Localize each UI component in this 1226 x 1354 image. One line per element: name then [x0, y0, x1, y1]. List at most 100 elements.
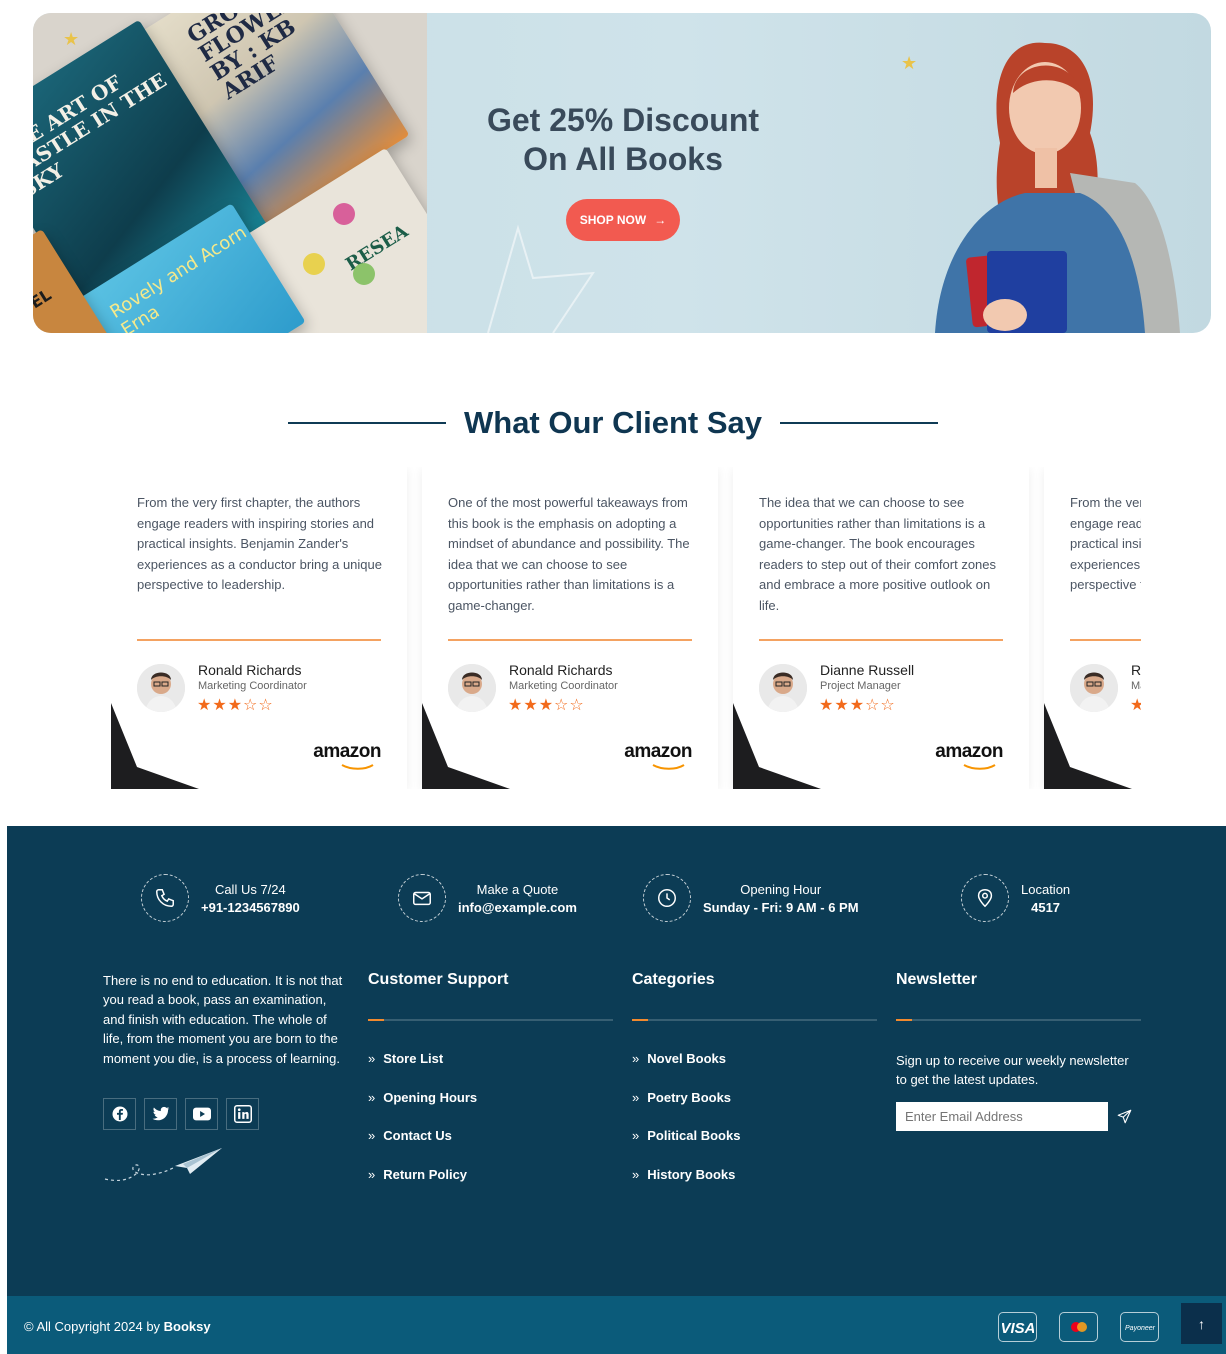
customer-support-column: Customer Support » Store List » Opening Ho…	[368, 971, 613, 1205]
back-to-top-button[interactable]: ↑	[1181, 1303, 1222, 1344]
column-title: Newsletter	[896, 971, 977, 988]
paper-plane-decoration	[104, 1148, 222, 1182]
contact-value: +91-1234567890	[201, 899, 300, 915]
student-woman-image	[935, 42, 1180, 333]
card-divider	[1070, 639, 1141, 641]
support-link-list: » Store List » Opening Hours » Contact Us »…	[368, 1051, 613, 1205]
testimonials-heading: What Our Client Say	[0, 403, 1226, 443]
footer-link[interactable]: » Opening Hours	[368, 1090, 613, 1129]
star-filled-icon: ★	[227, 697, 244, 714]
newsletter-column: Newsletter Sign up to receive our weekly…	[896, 971, 1141, 1131]
amazon-logo: amazon	[624, 741, 692, 762]
newsletter-form	[896, 1102, 1141, 1131]
column-divider	[632, 1019, 877, 1021]
arrow-up-icon: ↑	[1198, 1315, 1205, 1332]
column-divider	[368, 1019, 613, 1021]
pompom-decoration	[353, 263, 375, 285]
corner-decoration	[1044, 703, 1132, 789]
heading-rule-right	[779, 422, 938, 424]
double-chevron-right-icon: »	[368, 1051, 376, 1066]
testimonial-card: From the very first chapter, the authors…	[111, 467, 407, 789]
contact-hours: Opening Hour Sunday - Fri: 9 AM - 6 PM	[643, 874, 859, 922]
rating-stars: ★★★☆☆	[197, 695, 274, 715]
newsletter-submit-button[interactable]	[1108, 1102, 1141, 1131]
phone-icon	[141, 874, 189, 922]
reviewer-name: Ronald Richards	[509, 662, 613, 678]
star-outline-icon: ☆	[880, 697, 896, 714]
star-filled-icon: ★	[212, 697, 228, 714]
corner-decoration	[733, 703, 821, 789]
reviewer-role: Marketing Coordinator	[198, 680, 307, 692]
card-divider	[448, 639, 692, 641]
site-footer: Call Us 7/24 +91-1234567890 Make a Quote…	[7, 826, 1226, 1354]
mail-icon	[398, 874, 446, 922]
testimonial-quote: One of the most powerful takeaways from …	[448, 495, 690, 613]
amazon-smile-icon	[341, 764, 374, 770]
visa-icon: VISA	[998, 1312, 1037, 1342]
corner-decoration	[111, 703, 199, 789]
footer-link[interactable]: » Political Books	[632, 1128, 877, 1167]
footer-link[interactable]: » Poetry Books	[632, 1090, 877, 1129]
footer-link[interactable]: » History Books	[632, 1167, 877, 1206]
footer-link[interactable]: » Return Policy	[368, 1167, 613, 1206]
footer-bottom-bar: © All Copyright 2024 by Booksy VISA Payo…	[7, 1296, 1226, 1354]
amazon-logo: amazon	[313, 741, 381, 762]
pompom-decoration	[333, 203, 355, 225]
footer-link[interactable]: » Store List	[368, 1051, 613, 1090]
linkedin-icon[interactable]	[226, 1098, 259, 1130]
star-outline-icon: ☆	[569, 697, 585, 714]
star-filled-icon: ★	[538, 697, 555, 714]
banner-title-line2: On All Books	[523, 141, 723, 177]
testimonial-slider[interactable]: From the very first chapter, the authors…	[111, 467, 1141, 789]
testimonial-card: From the very first chapter, the authors…	[1044, 467, 1141, 789]
footer-link[interactable]: » Novel Books	[632, 1051, 877, 1090]
reviewer-role: Project Manager	[820, 680, 901, 692]
double-chevron-right-icon: »	[368, 1089, 376, 1105]
youtube-icon[interactable]	[185, 1098, 218, 1130]
contact-location[interactable]: Location 4517	[961, 874, 1070, 922]
footer-about-text: There is no end to education. It is not …	[103, 973, 343, 1066]
star-outline-icon: ☆	[554, 697, 570, 714]
shop-now-button[interactable]: SHOP NOW →	[565, 199, 681, 241]
reviewer-name: Dianne Russell	[820, 662, 915, 678]
email-field[interactable]	[896, 1102, 1108, 1131]
card-divider	[759, 639, 1003, 641]
svg-text:VISA: VISA	[1002, 1320, 1034, 1335]
svg-text:Payoneer: Payoneer	[1125, 1325, 1156, 1332]
arrow-right-icon: →	[654, 213, 667, 227]
star-outline-icon: ☆	[243, 697, 259, 714]
twitter-icon[interactable]	[144, 1098, 177, 1130]
pompom-decoration	[303, 253, 325, 275]
star-outline-icon: ☆	[865, 697, 881, 714]
facebook-icon[interactable]	[103, 1098, 136, 1130]
column-title: Categories	[632, 971, 715, 988]
amazon-smile-icon	[963, 764, 996, 770]
double-chevron-right-icon: »	[632, 1128, 640, 1143]
star-filled-icon: ★	[834, 697, 850, 714]
contact-value: info@example.com	[458, 899, 577, 915]
testimonial-card: The idea that we can choose to see oppor…	[733, 467, 1029, 789]
card-divider	[137, 639, 381, 641]
double-chevron-right-icon: »	[632, 1089, 640, 1105]
contact-label: Make a Quote	[476, 881, 559, 897]
reviewer-name: Ronald Richards	[1131, 662, 1141, 678]
book-collage-image: GROW FLOWER BY : KB ARIF THE ART OF CAST…	[33, 13, 427, 333]
social-links	[103, 1098, 259, 1130]
double-chevron-right-icon: »	[632, 1051, 640, 1066]
contact-quote[interactable]: Make a Quote info@example.com	[398, 874, 577, 922]
reviewer-name: Ronald Richards	[198, 662, 302, 678]
copyright-text: © All Copyright 2024 by Booksy	[24, 1319, 211, 1334]
brand-link[interactable]: Booksy	[164, 1319, 211, 1334]
rating-stars: ★★★☆☆	[819, 695, 896, 715]
amazon-logo: amazon	[935, 741, 1003, 762]
heading-rule-left	[288, 422, 446, 424]
location-pin-icon	[961, 874, 1009, 922]
reviewer-role: Marketing Coordinator	[509, 680, 618, 692]
footer-link[interactable]: » Contact Us	[368, 1128, 613, 1167]
send-icon	[1117, 1109, 1132, 1124]
contact-value: Sunday - Fri: 9 AM - 6 PM	[703, 899, 859, 915]
star-outline-icon: ☆	[258, 697, 274, 714]
banner-title-line1: Get 25% Discount	[486, 102, 760, 138]
category-link-list: » Novel Books » Poetry Books » Political Bo…	[632, 1051, 877, 1205]
contact-call[interactable]: Call Us 7/24 +91-1234567890	[141, 874, 300, 922]
